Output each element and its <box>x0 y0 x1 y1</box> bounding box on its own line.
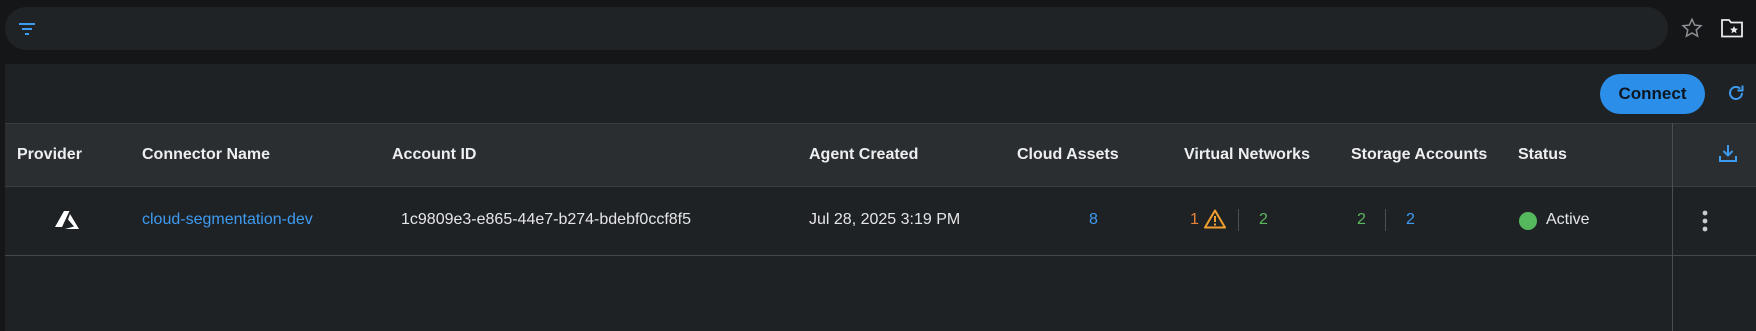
cloud-assets-count[interactable]: 8 <box>1089 185 1098 255</box>
status-active-dot <box>1519 212 1537 230</box>
storage-accounts-count-b[interactable]: 2 <box>1406 185 1415 255</box>
actions-column-divider <box>1672 123 1673 331</box>
table-row[interactable]: cloud-segmentation-dev 1c9809e3-e865-44e… <box>5 185 1756 256</box>
refresh-icon[interactable] <box>1726 83 1746 103</box>
warning-icon <box>1204 209 1226 229</box>
column-header-account-id[interactable]: Account ID <box>392 124 476 186</box>
star-icon[interactable] <box>1681 17 1703 39</box>
column-header-connector-name[interactable]: Connector Name <box>142 124 270 186</box>
account-id: 1c9809e3-e865-44e7-b274-bdebf0ccf8f5 <box>401 211 692 228</box>
column-header-virtual-networks[interactable]: Virtual Networks <box>1184 124 1310 186</box>
column-header-cloud-assets[interactable]: Cloud Assets <box>1017 124 1119 186</box>
column-header-status[interactable]: Status <box>1518 124 1567 186</box>
column-header-agent-created[interactable]: Agent Created <box>809 124 918 186</box>
storage-accounts-count-a[interactable]: 2 <box>1357 185 1366 255</box>
azure-logo-icon <box>55 211 79 229</box>
separator <box>1385 209 1386 231</box>
virtual-networks-ok-count[interactable]: 2 <box>1259 185 1268 255</box>
download-icon[interactable] <box>1718 143 1738 163</box>
table-header: Provider Connector Name Account ID Agent… <box>5 123 1756 187</box>
connector-name-link[interactable]: cloud-segmentation-dev <box>142 185 313 255</box>
separator <box>1238 209 1239 231</box>
column-header-provider[interactable]: Provider <box>17 124 82 186</box>
filter-icon[interactable] <box>17 19 37 39</box>
connect-button[interactable]: Connect <box>1600 74 1705 114</box>
agent-created: Jul 28, 2025 3:19 PM <box>809 211 961 228</box>
status-label: Active <box>1546 211 1590 228</box>
saved-filters-folder-icon[interactable] <box>1720 17 1744 39</box>
virtual-networks-warning-count[interactable]: 1 <box>1190 185 1199 255</box>
row-actions-kebab-icon[interactable] <box>1702 210 1708 232</box>
column-header-storage-accounts[interactable]: Storage Accounts <box>1351 124 1487 186</box>
filter-bar[interactable] <box>5 7 1668 50</box>
